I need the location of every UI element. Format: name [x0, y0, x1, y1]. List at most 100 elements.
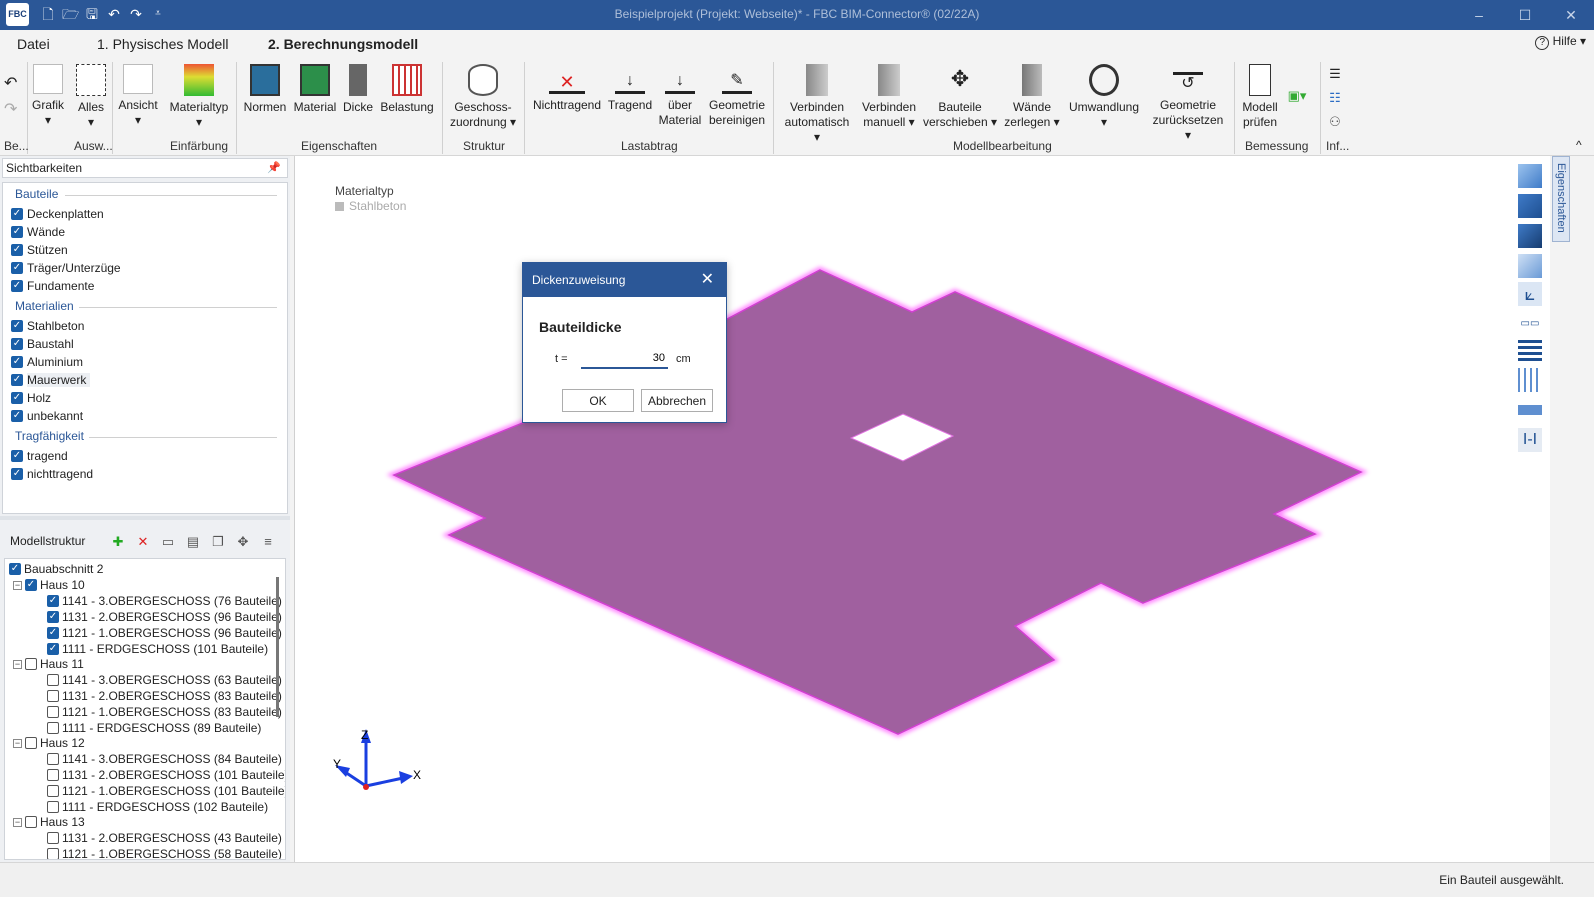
tree-label: 1141 - 3.OBERGESCHOSS (84 Bauteile) [62, 752, 282, 766]
dicke-button[interactable]: Dicke [341, 64, 375, 115]
verbinden-manuell-button[interactable]: Verbinden manuell ▾ [860, 64, 918, 130]
material-label: Material [293, 100, 337, 114]
layers-icon[interactable]: ☷ [1326, 90, 1344, 105]
verbinden-automatisch-button[interactable]: Verbinden automatisch ▾ [780, 64, 854, 145]
minimize-button[interactable]: – [1456, 0, 1502, 30]
user-icon[interactable]: ⚇ [1326, 114, 1344, 129]
tree-node-storey[interactable]: 1111 - ERDGESCHOSS (89 Bauteile) [47, 720, 261, 736]
storey-stack-icon[interactable] [1518, 340, 1542, 364]
checkbox-stuetzen[interactable]: ✓ Stützen [11, 242, 68, 258]
tree-node-storey[interactable]: 1131 - 2.OBERGESCHOSS (83 Bauteile) [47, 688, 282, 704]
tree-node-storey[interactable]: ✓ 1131 - 2.OBERGESCHOSS (96 Bauteile) [47, 609, 282, 625]
tree-node-storey[interactable]: 1111 - ERDGESCHOSS (102 Bauteile) [47, 799, 268, 815]
tab-physisches-modell[interactable]: 1. Physisches Modell [97, 36, 229, 52]
panel-splitter[interactable] [0, 516, 290, 520]
maximize-button[interactable]: ☐ [1502, 0, 1548, 30]
geometrie-zuruecksetzen-button[interactable]: ↺ Geometrie zurücksetzen ▾ [1150, 64, 1226, 143]
normen-button[interactable]: Normen [241, 64, 289, 115]
tree-scrollbar[interactable] [276, 577, 279, 717]
tree-node-storey[interactable]: 1131 - 2.OBERGESCHOSS (101 Bauteile) [47, 767, 285, 783]
tree-node-storey[interactable]: 1131 - 2.OBERGESCHOSS (43 Bauteile) [47, 830, 282, 846]
undo-icon[interactable]: ↶ [4, 76, 17, 92]
materialtyp-button[interactable]: Materialtyp ▾ [168, 64, 230, 130]
collapse-ribbon-icon[interactable]: ^ [1576, 138, 1582, 153]
view-cube-top-icon[interactable] [1518, 194, 1542, 218]
tree-node-storey[interactable]: 1121 - 1.OBERGESCHOSS (58 Bauteile) [47, 846, 282, 859]
measure-icon[interactable]: I‑I [1518, 428, 1542, 452]
view-cube-iso-icon[interactable] [1518, 254, 1542, 278]
3d-viewport[interactable]: Materialtyp Stahlbeton Z X Y [294, 156, 1550, 862]
cancel-button[interactable]: Abbrechen [641, 389, 713, 412]
close-button[interactable]: ✕ [1548, 0, 1594, 30]
checkbox-tragend[interactable]: ✓ tragend [11, 448, 68, 464]
tree-node-haus10[interactable]: − ✓ Haus 10 [13, 577, 85, 593]
tree-node-storey[interactable]: ✓ 1141 - 3.OBERGESCHOSS (76 Bauteile) [47, 593, 282, 609]
geometrie-bereinigen-button[interactable]: ✎ Geometrie bereinigen [706, 64, 768, 128]
ansicht-button[interactable]: Ansicht ▾ [118, 64, 158, 128]
checkbox-unbekannt[interactable]: ✓ unbekannt [11, 408, 83, 424]
material-button[interactable]: Material [292, 64, 338, 115]
collapse-icon[interactable]: − [13, 659, 22, 669]
add-icon[interactable]: ✚ [110, 534, 126, 550]
dimension-icon[interactable]: ▭▭ [1518, 312, 1542, 336]
tree-node-haus12[interactable]: − Haus 12 [13, 735, 85, 751]
export-icon[interactable]: ▣▾ [1284, 88, 1310, 103]
check-icon: ✓ [47, 595, 59, 607]
report-icon[interactable]: ☰ [1326, 66, 1344, 81]
modell-pruefen-button[interactable]: Modell prüfen [1238, 64, 1282, 130]
checkbox-fundamente[interactable]: ✓ Fundamente [11, 278, 94, 294]
close-icon[interactable]: ✕ [701, 272, 714, 288]
nichttragend-button[interactable]: ✕ Nichttragend [530, 64, 604, 113]
pin-icon[interactable]: 📌 [267, 159, 281, 177]
belastung-button[interactable]: Belastung [379, 64, 435, 115]
tree-node-storey[interactable]: 1121 - 1.OBERGESCHOSS (83 Bauteile) [47, 704, 282, 720]
umwandlung-button[interactable]: Umwandlung ▾ [1066, 64, 1142, 130]
tree-node-haus11[interactable]: − Haus 11 [13, 656, 84, 672]
help-button[interactable]: ? Hilfe ▾ [1535, 34, 1586, 50]
collapse-icon[interactable]: − [13, 580, 22, 590]
tree-node-haus13[interactable]: − Haus 13 [13, 814, 85, 830]
tree-node-storey[interactable]: ✓ 1121 - 1.OBERGESCHOSS (96 Bauteile) [47, 625, 282, 641]
tragend-button[interactable]: ↓ Tragend [605, 64, 655, 113]
tab-berechnungsmodell[interactable]: 2. Berechnungsmodell [257, 36, 431, 61]
copy-icon[interactable]: ❐ [210, 534, 226, 550]
collapse-icon[interactable]: − [13, 738, 22, 748]
move-icon[interactable]: ✥ [235, 534, 251, 550]
grafik-button[interactable]: Grafik ▾ [31, 64, 65, 128]
rename-icon[interactable]: ▭ [160, 534, 176, 550]
tab-datei[interactable]: Datei [17, 36, 50, 52]
checkbox-aluminium[interactable]: ✓ Aluminium [11, 354, 83, 370]
ueber-material-button[interactable]: ↓ über Material [656, 64, 704, 128]
checkbox-mauerwerk[interactable]: ✓ Mauerwerk [11, 372, 91, 388]
tree-node-bauabschnitt[interactable]: ✓ Bauabschnitt 2 [9, 561, 103, 577]
checkbox-baustahl[interactable]: ✓ Baustahl [11, 336, 74, 352]
checkbox-nichttragend[interactable]: ✓ nichttragend [11, 466, 93, 482]
collapse-icon[interactable]: − [13, 817, 22, 827]
checkbox-holz[interactable]: ✓ Holz [11, 390, 51, 406]
view-cube-side-icon[interactable] [1518, 224, 1542, 248]
section-plane-icon[interactable] [1518, 398, 1542, 422]
checkbox-deckenplatten[interactable]: ✓ Deckenplatten [11, 206, 104, 222]
sort-icon[interactable]: ≡ [260, 534, 276, 550]
tree-label: 1111 - ERDGESCHOSS (102 Bauteile) [62, 800, 269, 814]
tree-node-storey[interactable]: 1141 - 3.OBERGESCHOSS (63 Bauteile) [47, 672, 282, 688]
checkbox-traeger[interactable]: ✓ Träger/Unterzüge [11, 260, 121, 276]
tree-node-storey[interactable]: 1141 - 3.OBERGESCHOSS (84 Bauteile) [47, 751, 282, 767]
tree-node-storey[interactable]: ✓ 1111 - ERDGESCHOSS (101 Bauteile) [47, 641, 268, 657]
properties-side-tab[interactable]: Eigenschaften [1552, 156, 1570, 242]
delete-icon[interactable]: ✕ [135, 534, 151, 550]
view-cube-front-icon[interactable] [1518, 164, 1542, 188]
alles-button[interactable]: Alles ▾ [75, 64, 107, 130]
axes-view-icon[interactable]: ⟀ [1518, 282, 1542, 306]
checkbox-stahlbeton[interactable]: ✓ Stahlbeton [11, 318, 84, 334]
redo-icon[interactable]: ↷ [4, 102, 17, 118]
tree-node-storey[interactable]: 1121 - 1.OBERGESCHOSS (101 Bauteile) [47, 783, 285, 799]
waende-zerlegen-button[interactable]: Wände zerlegen ▾ [1004, 64, 1060, 130]
grid-icon[interactable] [1518, 368, 1542, 392]
ok-button[interactable]: OK [562, 389, 634, 412]
thickness-input[interactable] [581, 349, 668, 369]
bauteile-verschieben-button[interactable]: ✥ Bauteile verschieben ▾ [922, 64, 998, 130]
properties-icon[interactable]: ▤ [185, 534, 201, 550]
geschosszuordnung-button[interactable]: Geschoss- zuordnung ▾ [448, 64, 518, 130]
checkbox-waende[interactable]: ✓ Wände [11, 224, 65, 240]
